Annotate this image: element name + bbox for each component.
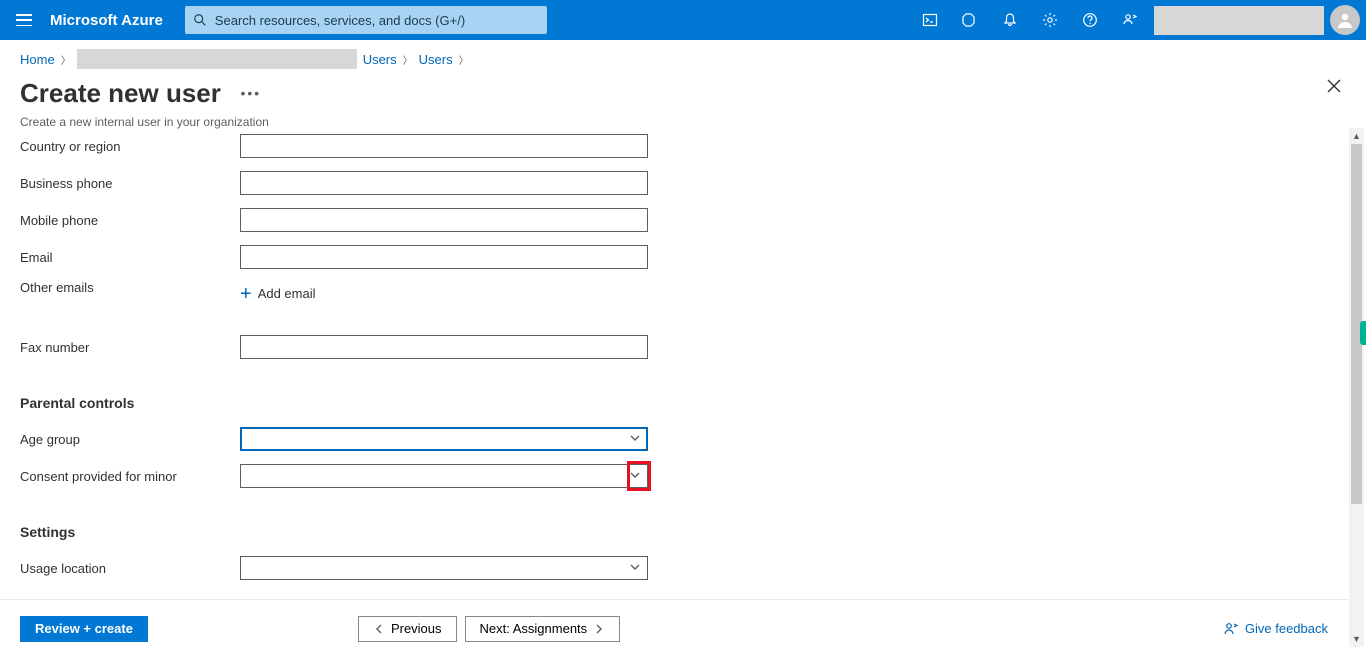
give-feedback-link[interactable]: Give feedback: [1223, 621, 1328, 637]
settings-header: Settings: [20, 524, 1328, 540]
country-label: Country or region: [20, 139, 240, 154]
age-group-dropdown[interactable]: [240, 427, 648, 451]
breadcrumb-redacted: [77, 49, 357, 69]
give-feedback-label: Give feedback: [1245, 621, 1328, 636]
copilot-button[interactable]: [950, 0, 990, 40]
brand-label[interactable]: Microsoft Azure: [48, 12, 185, 29]
next-label: Next: Assignments: [480, 621, 588, 636]
chevron-down-icon: [629, 469, 641, 481]
search-icon: [193, 13, 207, 27]
chevron-right-icon: 〉: [403, 52, 413, 67]
close-icon: [1326, 78, 1342, 94]
breadcrumb-users-2[interactable]: Users: [419, 52, 453, 67]
feedback-button[interactable]: [1110, 0, 1150, 40]
feedback-icon: [1122, 12, 1138, 28]
scroll-up-icon[interactable]: ▲: [1349, 128, 1364, 144]
bell-icon: [1002, 12, 1018, 28]
search-wrap: [185, 6, 548, 34]
top-icons: [910, 0, 1366, 40]
breadcrumb-home[interactable]: Home: [20, 52, 55, 67]
usage-location-dropdown[interactable]: [240, 556, 648, 580]
chevron-right-icon: 〉: [61, 52, 71, 67]
feedback-person-icon: [1223, 621, 1239, 637]
mobile-phone-input[interactable]: [240, 208, 648, 232]
cloud-shell-icon: [922, 12, 938, 28]
breadcrumb: Home 〉 Users 〉 Users 〉: [0, 40, 1366, 72]
fax-input[interactable]: [240, 335, 648, 359]
email-label: Email: [20, 250, 240, 265]
cloud-shell-button[interactable]: [910, 0, 950, 40]
avatar-icon: [1335, 10, 1355, 30]
copilot-icon: [962, 12, 978, 28]
consent-label: Consent provided for minor: [20, 469, 240, 484]
help-button[interactable]: [1070, 0, 1110, 40]
review-create-label: Review + create: [35, 621, 133, 636]
notifications-button[interactable]: [990, 0, 1030, 40]
chevron-right-icon: [593, 623, 605, 635]
parental-controls-header: Parental controls: [20, 395, 1328, 411]
close-button[interactable]: [1326, 78, 1342, 99]
hamburger-icon: [16, 14, 32, 26]
consent-dropdown[interactable]: [240, 464, 648, 488]
plus-icon: +: [240, 287, 252, 301]
chevron-down-icon: [629, 561, 641, 573]
age-group-label: Age group: [20, 432, 240, 447]
help-icon: [1082, 12, 1098, 28]
scrollbar[interactable]: ▲ ▼: [1349, 128, 1364, 647]
other-emails-label: Other emails: [20, 280, 240, 295]
fax-label: Fax number: [20, 340, 240, 355]
settings-button[interactable]: [1030, 0, 1070, 40]
more-actions-button[interactable]: •••: [241, 85, 262, 101]
previous-button[interactable]: Previous: [358, 616, 457, 642]
usage-location-label: Usage location: [20, 561, 240, 576]
hamburger-menu-button[interactable]: [0, 0, 48, 40]
next-button[interactable]: Next: Assignments: [465, 616, 621, 642]
breadcrumb-users-1[interactable]: Users: [363, 52, 397, 67]
form-content: Country or region Business phone Mobile …: [0, 128, 1348, 593]
review-create-button[interactable]: Review + create: [20, 616, 148, 642]
email-input[interactable]: [240, 245, 648, 269]
page-title: Create new user: [20, 78, 221, 109]
page-subtitle: Create a new internal user in your organ…: [20, 115, 1346, 129]
account-avatar[interactable]: [1330, 5, 1360, 35]
previous-label: Previous: [391, 621, 442, 636]
footer-bar: Review + create Previous Next: Assignmen…: [0, 599, 1348, 657]
add-email-button[interactable]: + Add email: [240, 280, 648, 307]
business-phone-input[interactable]: [240, 171, 648, 195]
search-input[interactable]: [215, 13, 540, 28]
chevron-left-icon: [373, 623, 385, 635]
mobile-phone-label: Mobile phone: [20, 213, 240, 228]
scroll-down-icon[interactable]: ▼: [1349, 631, 1364, 647]
global-search[interactable]: [185, 6, 548, 34]
chevron-down-icon: [629, 432, 641, 444]
tenant-redacted: [1154, 6, 1324, 35]
country-input[interactable]: [240, 134, 648, 158]
top-bar: Microsoft Azure: [0, 0, 1366, 40]
business-phone-label: Business phone: [20, 176, 240, 191]
gear-icon: [1042, 12, 1058, 28]
chevron-right-icon: 〉: [459, 52, 469, 67]
help-tab[interactable]: [1360, 321, 1366, 345]
add-email-label: Add email: [258, 286, 316, 301]
